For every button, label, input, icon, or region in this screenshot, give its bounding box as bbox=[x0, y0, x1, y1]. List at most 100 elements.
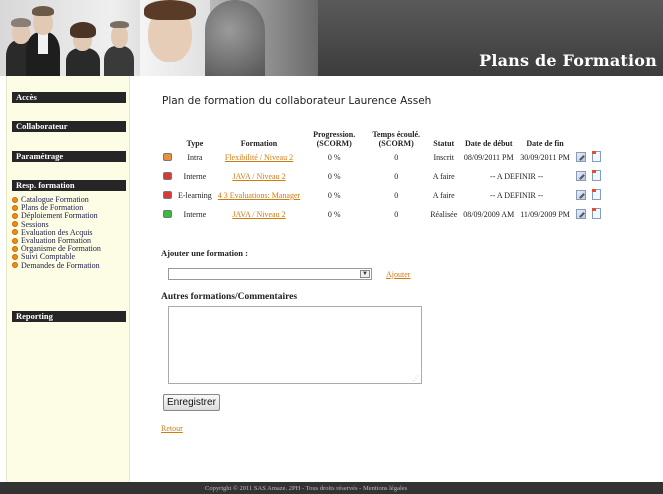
bullet-icon bbox=[12, 221, 18, 228]
column-header-statut: Statut bbox=[433, 139, 455, 148]
cell-statut: Inscrit bbox=[427, 148, 460, 167]
comments-label: Autres formations/Commentaires bbox=[161, 292, 298, 302]
column-status-indicator bbox=[160, 126, 175, 148]
cell-dates-to-define: -- A DEFINIR -- bbox=[460, 167, 573, 186]
cell-edit[interactable] bbox=[573, 148, 589, 167]
cell-progression: 0 % bbox=[303, 148, 365, 167]
column-header-temps: Temps écoulé. (SCORM) bbox=[372, 130, 421, 148]
cell-document[interactable] bbox=[589, 186, 604, 205]
cell-date-debut: 08/09/2011 PM bbox=[460, 148, 517, 167]
cell-progression-text: 0 % bbox=[327, 210, 341, 219]
cell-formation[interactable]: JAVA / Niveau 2 bbox=[215, 205, 303, 224]
cell-progression-text: 0 % bbox=[327, 153, 341, 162]
column-doc bbox=[589, 126, 604, 148]
header-banner: Plans de Formation bbox=[0, 0, 663, 76]
document-icon[interactable] bbox=[591, 151, 601, 162]
table-row: Intra Flexibilité / Niveau 2 0 % 0 Inscrit 08… bbox=[160, 148, 604, 167]
cell-temps: 0 bbox=[365, 186, 427, 205]
cell-statut-text: A faire bbox=[432, 191, 455, 200]
cell-statut: A faire bbox=[427, 167, 460, 186]
cell-document[interactable] bbox=[589, 148, 604, 167]
cell-temps-text: 0 bbox=[394, 172, 399, 181]
cell-formation[interactable]: Flexibilité / Niveau 2 bbox=[215, 148, 303, 167]
bullet-icon bbox=[12, 204, 18, 211]
cell-temps-text: 0 bbox=[394, 210, 399, 219]
edit-icon[interactable] bbox=[575, 170, 586, 181]
sidebar-section-resp-formation[interactable]: Resp. formation bbox=[12, 180, 126, 191]
sidebar-section-reporting[interactable]: Reporting bbox=[12, 311, 126, 322]
document-icon[interactable] bbox=[591, 170, 601, 181]
sidebar: Accès Collaborateur Paramétrage Resp. fo… bbox=[6, 76, 130, 482]
cell-temps: 0 bbox=[365, 167, 427, 186]
sidebar-section-parametrage[interactable]: Paramétrage bbox=[12, 151, 126, 162]
status-indicator-cell bbox=[160, 186, 175, 205]
column-header-date-debut: Date de début bbox=[464, 139, 513, 148]
cell-type-text: Interne bbox=[183, 172, 207, 181]
back-link[interactable]: Retour bbox=[161, 424, 183, 433]
cell-progression: 0 % bbox=[303, 167, 365, 186]
cell-edit[interactable] bbox=[573, 205, 589, 224]
column-header-formation: Formation bbox=[240, 139, 278, 148]
bullet-icon bbox=[12, 196, 18, 203]
cell-formation-text[interactable]: Flexibilité / Niveau 2 bbox=[225, 153, 293, 162]
cell-date-fin: 11/09/2009 PM bbox=[517, 205, 573, 224]
main-content: Plan de formation du collaborateur Laure… bbox=[130, 76, 663, 482]
chevron-down-icon[interactable]: ▼ bbox=[360, 270, 370, 278]
training-table: Type Formation Progression. (SCORM) Temp… bbox=[160, 126, 604, 224]
cell-date-fin: 30/09/2011 PM bbox=[517, 148, 573, 167]
cell-formation[interactable]: 4 3 Evaluations: Manager bbox=[215, 186, 303, 205]
table-row: Interne JAVA / Niveau 2 0 % 0 A faire -- A DE… bbox=[160, 167, 604, 186]
bullet-icon bbox=[12, 253, 18, 260]
status-indicator-icon bbox=[163, 209, 172, 218]
cell-progression-text: 0 % bbox=[327, 191, 341, 200]
resize-grip-icon[interactable]: ⋰ bbox=[413, 375, 419, 382]
cell-type: Interne bbox=[175, 205, 215, 224]
cell-type: Intra bbox=[175, 148, 215, 167]
document-icon[interactable] bbox=[591, 189, 601, 200]
column-header-date-fin: Date de fin bbox=[526, 139, 564, 148]
header-photo-banner bbox=[0, 0, 318, 76]
header-title: Plans de Formation bbox=[479, 51, 657, 70]
cell-statut: Réalisée bbox=[427, 205, 460, 224]
cell-document[interactable] bbox=[589, 205, 604, 224]
cell-temps: 0 bbox=[365, 148, 427, 167]
cell-edit[interactable] bbox=[573, 186, 589, 205]
cell-type-text: Interne bbox=[183, 210, 207, 219]
column-edit bbox=[573, 126, 589, 148]
cell-formation-text[interactable]: JAVA / Niveau 2 bbox=[232, 172, 285, 181]
cell-formation[interactable]: JAVA / Niveau 2 bbox=[215, 167, 303, 186]
cell-type: E-learning bbox=[175, 186, 215, 205]
table-row: E-learning 4 3 Evaluations: Manager 0 % 0 A … bbox=[160, 186, 604, 205]
status-indicator-cell bbox=[160, 167, 175, 186]
cell-edit[interactable] bbox=[573, 167, 589, 186]
edit-icon[interactable] bbox=[575, 151, 586, 162]
sidebar-section-collaborateur[interactable]: Collaborateur bbox=[12, 121, 126, 132]
status-indicator-cell bbox=[160, 205, 175, 224]
footer-copyright: Copyright © 2011 SAS Amaze. 2PH - Tous d… bbox=[205, 485, 408, 492]
bullet-icon bbox=[12, 212, 18, 219]
cell-formation-text[interactable]: JAVA / Niveau 2 bbox=[232, 210, 285, 219]
table-row: Interne JAVA / Niveau 2 0 % 0 Réalisée 08/09/… bbox=[160, 205, 604, 224]
add-formation-link[interactable]: Ajouter bbox=[386, 270, 410, 279]
cell-date-fin-text: 11/09/2009 PM bbox=[520, 210, 570, 219]
sidebar-section-acces[interactable]: Accès bbox=[12, 92, 126, 103]
edit-icon[interactable] bbox=[575, 189, 586, 200]
bullet-icon bbox=[12, 245, 18, 252]
cell-formation-text[interactable]: 4 3 Evaluations: Manager bbox=[218, 191, 300, 200]
save-button[interactable]: Enregistrer bbox=[163, 394, 220, 411]
cell-dates-to-define-text: -- A DEFINIR -- bbox=[490, 191, 544, 200]
page-title: Plan de formation du collaborateur Laure… bbox=[162, 95, 432, 107]
footer: Copyright © 2011 SAS Amaze. 2PH - Tous d… bbox=[0, 482, 663, 494]
formation-select[interactable]: ▼ bbox=[168, 268, 372, 280]
sidebar-item-demandes-de-formation[interactable]: Demandes de Formation bbox=[12, 261, 101, 270]
cell-document[interactable] bbox=[589, 167, 604, 186]
column-header-progression: Progression. (SCORM) bbox=[313, 130, 356, 148]
status-indicator-icon bbox=[163, 190, 172, 199]
cell-statut-text: A faire bbox=[432, 172, 455, 181]
comments-textarea[interactable]: ⋰ bbox=[168, 306, 422, 384]
cell-temps-text: 0 bbox=[394, 153, 399, 162]
document-icon[interactable] bbox=[591, 208, 601, 219]
cell-dates-to-define-text: -- A DEFINIR -- bbox=[490, 172, 544, 181]
cell-date-debut: 08/09/2009 AM bbox=[460, 205, 517, 224]
edit-icon[interactable] bbox=[575, 208, 586, 219]
